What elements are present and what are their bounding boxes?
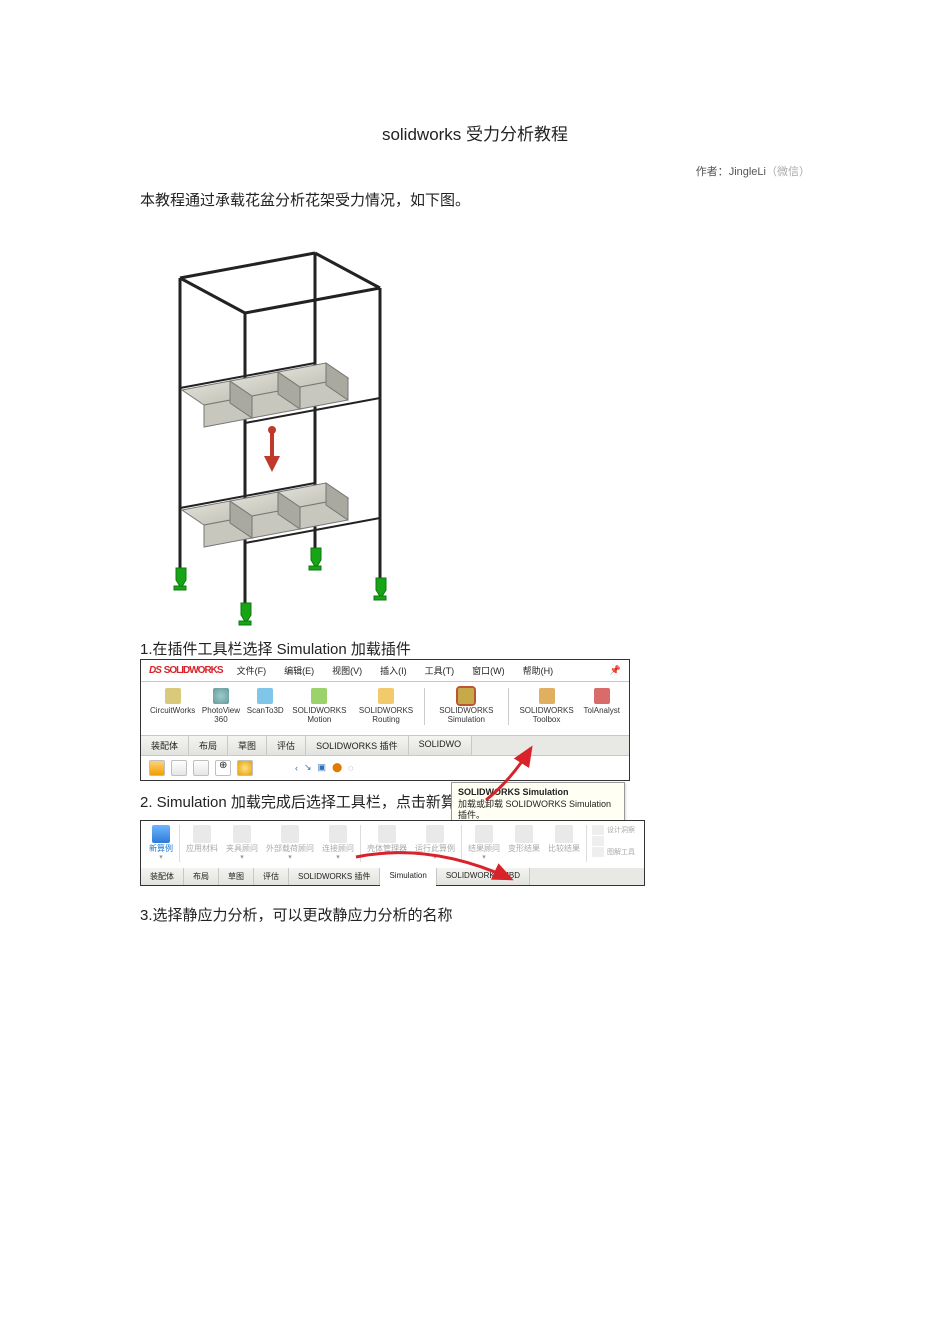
author-line: 作者：JingleLi（微信） <box>140 163 810 179</box>
tab-truncated[interactable]: SOLIDWO <box>409 736 473 755</box>
btn-external-loads[interactable]: 外部载荷顾问▾ <box>262 825 318 862</box>
tab2-sketch[interactable]: 草图 <box>219 868 254 885</box>
menu-window[interactable]: 窗口(W) <box>468 664 509 677</box>
intro-text: 本教程通过承载花盆分析花架受力情况，如下图。 <box>140 189 810 210</box>
addin-tolanalyst[interactable]: TolAnalyst <box>581 688 623 716</box>
btn-new-study[interactable]: 新算例▾ <box>145 825 177 862</box>
addin-scanto3d[interactable]: ScanTo3D <box>244 688 287 716</box>
btn-apply-material[interactable]: 应用材料 <box>182 825 222 854</box>
tab-sw-addins[interactable]: SOLIDWORKS 插件 <box>306 736 409 755</box>
author-prefix: 作者： <box>696 166 729 178</box>
tooltip-title: SOLIDWORKS Simulation <box>458 787 618 799</box>
addin-circuitworks[interactable]: CircuitWorks <box>147 688 198 716</box>
tab-assembly[interactable]: 装配体 <box>141 736 189 755</box>
step-1-text: 1.在插件工具栏选择 Simulation 加载插件 <box>140 638 810 659</box>
tab2-sw-addins[interactable]: SOLIDWORKS 插件 <box>289 868 380 885</box>
addins-row: CircuitWorks PhotoView 360 ScanTo3D SOLI… <box>141 682 629 736</box>
fm-btn-1[interactable] <box>149 760 165 776</box>
view-icon-4[interactable]: ⬤ <box>332 762 342 773</box>
menu-insert[interactable]: 插入(I) <box>376 664 411 677</box>
fm-btn-2[interactable] <box>171 760 187 776</box>
btn-connections[interactable]: 连接顾问▾ <box>318 825 358 862</box>
step-3-text: 3.选择静应力分析，可以更改静应力分析的名称 <box>140 904 810 925</box>
ribbon-stack: 设计洞察 图解工具 <box>589 825 638 857</box>
rack-illustration <box>140 218 430 628</box>
btn-compare-results[interactable]: 比较结果 <box>544 825 584 854</box>
solidworks-logo: DS SOLIDWORKS <box>149 665 223 676</box>
feature-manager-bar: ⊕ ‹ ↘ ▣ ⬤ ◌ <box>141 756 629 780</box>
menu-help[interactable]: 帮助(H) <box>519 664 558 677</box>
fm-btn-5[interactable] <box>237 760 253 776</box>
ribbon-tabs: 装配体 布局 草图 评估 SOLIDWORKS 插件 SOLIDWO <box>141 736 629 756</box>
addin-sw-routing[interactable]: SOLIDWORKS Routing <box>352 688 420 725</box>
addin-sw-motion[interactable]: SOLIDWORKS Motion <box>287 688 352 725</box>
tab2-layout[interactable]: 布局 <box>184 868 219 885</box>
pin-icon[interactable]: 📌 <box>610 665 621 676</box>
tab-evaluate[interactable]: 评估 <box>267 736 306 755</box>
simulation-ribbon: 新算例▾ 应用材料 夹具顾问▾ 外部载荷顾问▾ 连接顾问▾ 壳体管理器 运行此算… <box>141 821 644 868</box>
btn-results-advisor[interactable]: 结果顾问▾ <box>464 825 504 862</box>
tab-layout[interactable]: 布局 <box>189 736 228 755</box>
menubar: DS SOLIDWORKS 文件(F) 编辑(E) 视图(V) 插入(I) 工具… <box>141 660 629 682</box>
addin-sw-simulation[interactable]: SOLIDWORKS Simulation <box>429 688 504 725</box>
btn-deformed-result[interactable]: 变形结果 <box>504 825 544 854</box>
menu-file[interactable]: 文件(F) <box>233 664 271 677</box>
fm-btn-3[interactable] <box>193 760 209 776</box>
menu-edit[interactable]: 编辑(E) <box>280 664 318 677</box>
screenshot-simulation-ribbon: 新算例▾ 应用材料 夹具顾问▾ 外部载荷顾问▾ 连接顾问▾ 壳体管理器 运行此算… <box>140 820 645 886</box>
tab-sketch[interactable]: 草图 <box>228 736 267 755</box>
addin-sw-toolbox[interactable]: SOLIDWORKS Toolbox <box>513 688 581 725</box>
btn-run-study[interactable]: 运行此算例▾ <box>411 825 459 862</box>
btn-fixture-advisor[interactable]: 夹具顾问▾ <box>222 825 262 862</box>
tab2-simulation[interactable]: Simulation <box>380 868 436 885</box>
author-suffix: （微信） <box>766 166 810 178</box>
ribbon-tabs-2: 装配体 布局 草图 评估 SOLIDWORKS 插件 Simulation SO… <box>141 868 644 885</box>
view-icon-3[interactable]: ▣ <box>318 762 327 773</box>
screenshot-addins: DS SOLIDWORKS 文件(F) 编辑(E) 视图(V) 插入(I) 工具… <box>140 659 630 781</box>
menu-tools[interactable]: 工具(T) <box>421 664 459 677</box>
tab2-assembly[interactable]: 装配体 <box>141 868 184 885</box>
view-icon-1[interactable]: ‹ <box>295 763 298 773</box>
view-icon-5[interactable]: ◌ <box>348 763 353 773</box>
btn-shell-manager[interactable]: 壳体管理器 <box>363 825 411 854</box>
menu-view[interactable]: 视图(V) <box>328 664 366 677</box>
author-name: JingleLi <box>729 166 766 178</box>
addin-photoview360[interactable]: PhotoView 360 <box>198 688 244 725</box>
view-icon-2[interactable]: ↘ <box>304 762 312 773</box>
page-title: solidworks 受力分析教程 <box>140 120 810 145</box>
tab2-evaluate[interactable]: 评估 <box>254 868 289 885</box>
tooltip-body: 加载或卸载 SOLIDWORKS Simulation 插件。 <box>458 799 618 822</box>
tab2-sw-mbd[interactable]: SOLIDWORKS MBD <box>437 868 530 885</box>
